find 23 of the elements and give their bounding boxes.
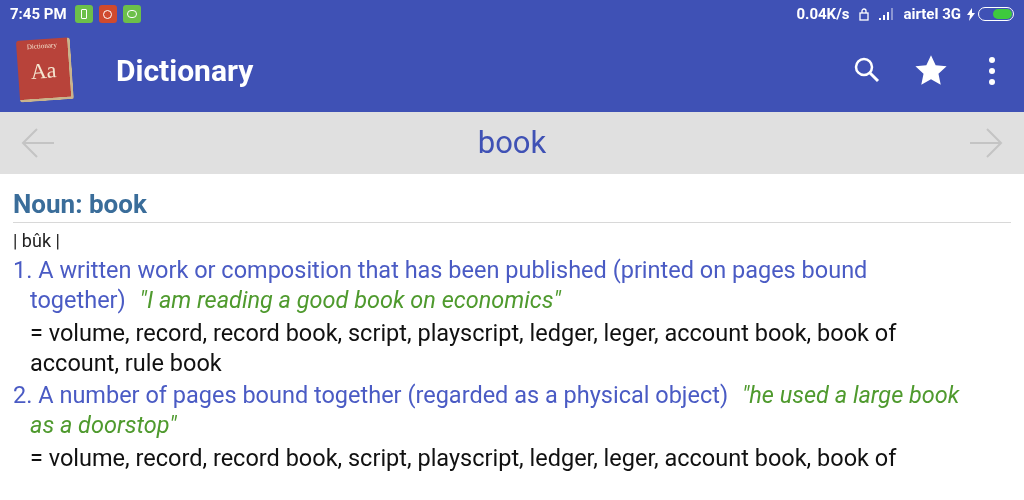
app-title: Dictionary (116, 51, 254, 90)
more-options-icon (989, 57, 995, 85)
part-of-speech-heading: Noun: book (13, 188, 1011, 223)
sense-definition: 1. A written work or composition that has been published (printed on pages bound together) "I am reading a good book on economics" (13, 255, 869, 315)
star-icon (915, 54, 947, 86)
right-arrow-icon (969, 128, 1003, 158)
status-time: 7:45 PM (10, 3, 67, 25)
search-button[interactable] (852, 55, 882, 85)
carrier-label: airtel 3G (903, 3, 961, 25)
battery-notification-icon (74, 5, 93, 23)
pronunciation: | bûk | (13, 229, 61, 253)
search-icon (854, 57, 880, 83)
logo-letters: Aa (30, 59, 58, 83)
lock-icon (859, 7, 870, 21)
sense-definition: 2. A number of pages bound together (regarded as a physical object) "he used a large book as a doorstop" (13, 380, 961, 440)
signal-icon (879, 8, 896, 20)
app-notification-icon (98, 5, 117, 23)
current-word: book (477, 122, 547, 163)
synonyms: = volume, record, record book, script, playscript, ledger, leger, account book, book of (29, 443, 898, 473)
favorites-button[interactable] (914, 53, 948, 87)
left-arrow-icon (21, 128, 55, 158)
synonyms: = volume, record, record book, script, playscript, ledger, leger, account book, book of account, rule book (29, 318, 898, 378)
network-speed: 0.04K/s (796, 3, 850, 25)
